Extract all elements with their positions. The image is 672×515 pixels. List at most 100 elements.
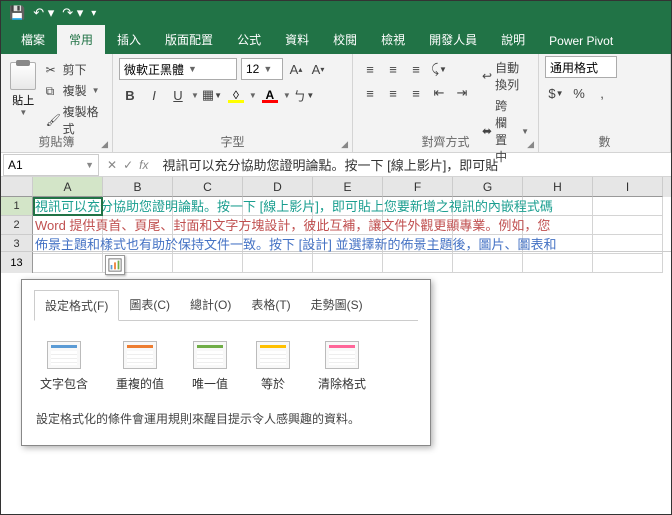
format-duplicate-button[interactable]: 重複的值 (116, 341, 164, 392)
ribbon: 貼上 ▼ ✂剪下 ⧉複製▼ 🖌複製格式 剪貼簿◢ 微軟正黑體▼ 12▼ A▴ A… (1, 54, 671, 153)
copy-button[interactable]: ⧉複製▼ (44, 81, 106, 100)
align-bottom-icon[interactable]: ≡ (405, 58, 427, 80)
align-right-icon[interactable]: ≡ (405, 82, 427, 104)
font-color-button[interactable]: A (259, 84, 281, 106)
indent-increase-icon[interactable]: ⇥ (451, 82, 473, 104)
equal-icon (256, 341, 290, 369)
cell-A1[interactable]: 視訊可以充分協助您證明論點。按一下 [線上影片]，即可貼上您要新增之視訊的內嵌程… (33, 197, 103, 216)
redo-icon[interactable]: ↷ ▾ (62, 5, 83, 21)
popup-tab-total[interactable]: 總計(O) (180, 290, 241, 320)
tab-layout[interactable]: 版面配置 (153, 25, 225, 54)
bottom-row: 13 (1, 251, 671, 273)
popup-description: 設定格式化的條件會運用規則來醒目提示令人感興趣的資料。 (34, 406, 418, 435)
name-box[interactable]: A1▼ (3, 154, 99, 176)
number-format-combo[interactable]: 通用格式 (545, 56, 617, 78)
undo-icon[interactable]: ↶ ▾ (33, 5, 54, 21)
format-clear-button[interactable]: 清除格式 (318, 341, 366, 392)
tab-view[interactable]: 檢視 (369, 25, 417, 54)
cell[interactable] (593, 197, 663, 216)
col-header-E[interactable]: E (313, 177, 383, 197)
cell-A2-text: Word 提供頁首、頁尾、封面和文字方塊設計，彼此互補，讓文件外觀更顯專業。例如… (33, 216, 550, 235)
quick-analysis-button[interactable] (105, 255, 125, 275)
align-left-icon[interactable]: ≡ (359, 82, 381, 104)
popup-tab-chart[interactable]: 圖表(C) (119, 290, 180, 320)
tab-file[interactable]: 檔案 (9, 25, 57, 54)
row-header-2[interactable]: 2 (1, 216, 33, 235)
tab-home[interactable]: 常用 (57, 25, 105, 54)
orientation-icon[interactable]: ⤹▼ (428, 58, 450, 80)
group-font: 微軟正黑體▼ 12▼ A▴ A▾ B I U ▼ ▦▼ ◊ ▼ A ▼ ㄅ▼ 字… (113, 54, 353, 152)
duplicate-icon (123, 341, 157, 369)
brush-icon: 🖌 (46, 113, 60, 127)
col-header-B[interactable]: B (103, 177, 173, 197)
border-button[interactable]: ▦▼ (201, 84, 223, 106)
clipboard-launcher-icon[interactable]: ◢ (101, 139, 108, 150)
tab-formulas[interactable]: 公式 (225, 25, 273, 54)
col-header-F[interactable]: F (383, 177, 453, 197)
tab-insert[interactable]: 插入 (105, 25, 153, 54)
group-clipboard: 貼上 ▼ ✂剪下 ⧉複製▼ 🖌複製格式 剪貼簿◢ (1, 54, 113, 152)
row-header-13[interactable]: 13 (1, 253, 33, 273)
bold-button[interactable]: B (119, 84, 141, 106)
save-icon[interactable]: 💾 (9, 5, 25, 21)
select-all-corner[interactable] (1, 177, 33, 197)
align-middle-icon[interactable]: ≡ (382, 58, 404, 80)
tab-powerpivot[interactable]: Power Pivot (537, 28, 625, 54)
cancel-formula-icon[interactable]: ✕ (107, 158, 117, 172)
fx-icon[interactable]: fx (139, 158, 148, 172)
format-unique-button[interactable]: 唯一值 (192, 341, 228, 392)
paste-icon (10, 62, 36, 90)
unique-label: 唯一值 (192, 375, 228, 392)
worksheet-grid[interactable]: A B C D E F G H I 1 視訊可以充分協助您證明論點。按一下 [線… (1, 177, 671, 273)
percent-format-icon[interactable]: % (568, 82, 590, 104)
text-contains-icon (47, 341, 81, 369)
fill-color-button[interactable]: ◊ (225, 84, 247, 106)
underline-button[interactable]: U (167, 84, 189, 106)
align-top-icon[interactable]: ≡ (359, 58, 381, 80)
col-header-H[interactable]: H (523, 177, 593, 197)
duplicate-label: 重複的值 (116, 375, 164, 392)
col-header-C[interactable]: C (173, 177, 243, 197)
tab-help[interactable]: 說明 (489, 25, 537, 54)
popup-tab-table[interactable]: 表格(T) (241, 290, 300, 320)
scissors-icon: ✂ (46, 63, 60, 77)
popup-tab-format[interactable]: 設定格式(F) (34, 290, 119, 321)
phonetic-button[interactable]: ㄅ▼ (293, 84, 315, 106)
format-text-contains-button[interactable]: 文字包含 (40, 341, 88, 392)
comma-format-icon[interactable]: , (591, 82, 613, 104)
formula-input[interactable]: 視訊可以充分協助您證明論點。按一下 [線上影片]，即可貼 (156, 155, 671, 174)
accounting-format-icon[interactable]: $▼ (545, 82, 567, 104)
format-equal-button[interactable]: 等於 (256, 341, 290, 392)
cell[interactable] (593, 216, 663, 235)
indent-decrease-icon[interactable]: ⇤ (428, 82, 450, 104)
tab-developer[interactable]: 開發人員 (417, 25, 489, 54)
col-header-D[interactable]: D (243, 177, 313, 197)
cut-button[interactable]: ✂剪下 (44, 60, 106, 79)
popup-tab-spark[interactable]: 走勢圖(S) (301, 290, 373, 320)
tab-data[interactable]: 資料 (273, 25, 321, 54)
qat-customize-icon[interactable]: ▾ (91, 8, 96, 19)
cell-A3-text: 佈景主題和樣式也有助於保持文件一致。按下 [設計] 並選擇新的佈景主題後，圖片、… (33, 235, 556, 254)
italic-button[interactable]: I (143, 84, 165, 106)
accept-formula-icon[interactable]: ✓ (123, 158, 133, 172)
row-header-1[interactable]: 1 (1, 197, 33, 216)
cell-A2[interactable]: Word 提供頁首、頁尾、封面和文字方塊設計，彼此互補，讓文件外觀更顯專業。例如… (33, 216, 103, 235)
wrap-text-button[interactable]: ↩自動換列 (479, 58, 532, 94)
quick-analysis-popup: 設定格式(F) 圖表(C) 總計(O) 表格(T) 走勢圖(S) 文字包含 重複… (21, 279, 431, 446)
align-launcher-icon[interactable]: ◢ (527, 139, 534, 150)
merge-center-button[interactable]: ⬌跨欄置中▼ (479, 96, 532, 166)
cell-A3[interactable]: 佈景主題和樣式也有助於保持文件一致。按下 [設計] 並選擇新的佈景主題後，圖片、… (33, 235, 103, 254)
font-launcher-icon[interactable]: ◢ (341, 139, 348, 150)
decrease-font-icon[interactable]: A▾ (309, 58, 327, 80)
col-header-I[interactable]: I (593, 177, 663, 197)
paste-button[interactable]: 貼上 ▼ (7, 58, 40, 138)
font-name-combo[interactable]: 微軟正黑體▼ (119, 58, 237, 80)
font-size-combo[interactable]: 12▼ (241, 58, 283, 80)
tab-review[interactable]: 校閱 (321, 25, 369, 54)
text-contains-label: 文字包含 (40, 375, 88, 392)
align-center-icon[interactable]: ≡ (382, 82, 404, 104)
wrap-icon: ↩ (482, 69, 492, 83)
increase-font-icon[interactable]: A▴ (287, 58, 305, 80)
col-header-G[interactable]: G (453, 177, 523, 197)
col-header-A[interactable]: A (33, 177, 103, 197)
